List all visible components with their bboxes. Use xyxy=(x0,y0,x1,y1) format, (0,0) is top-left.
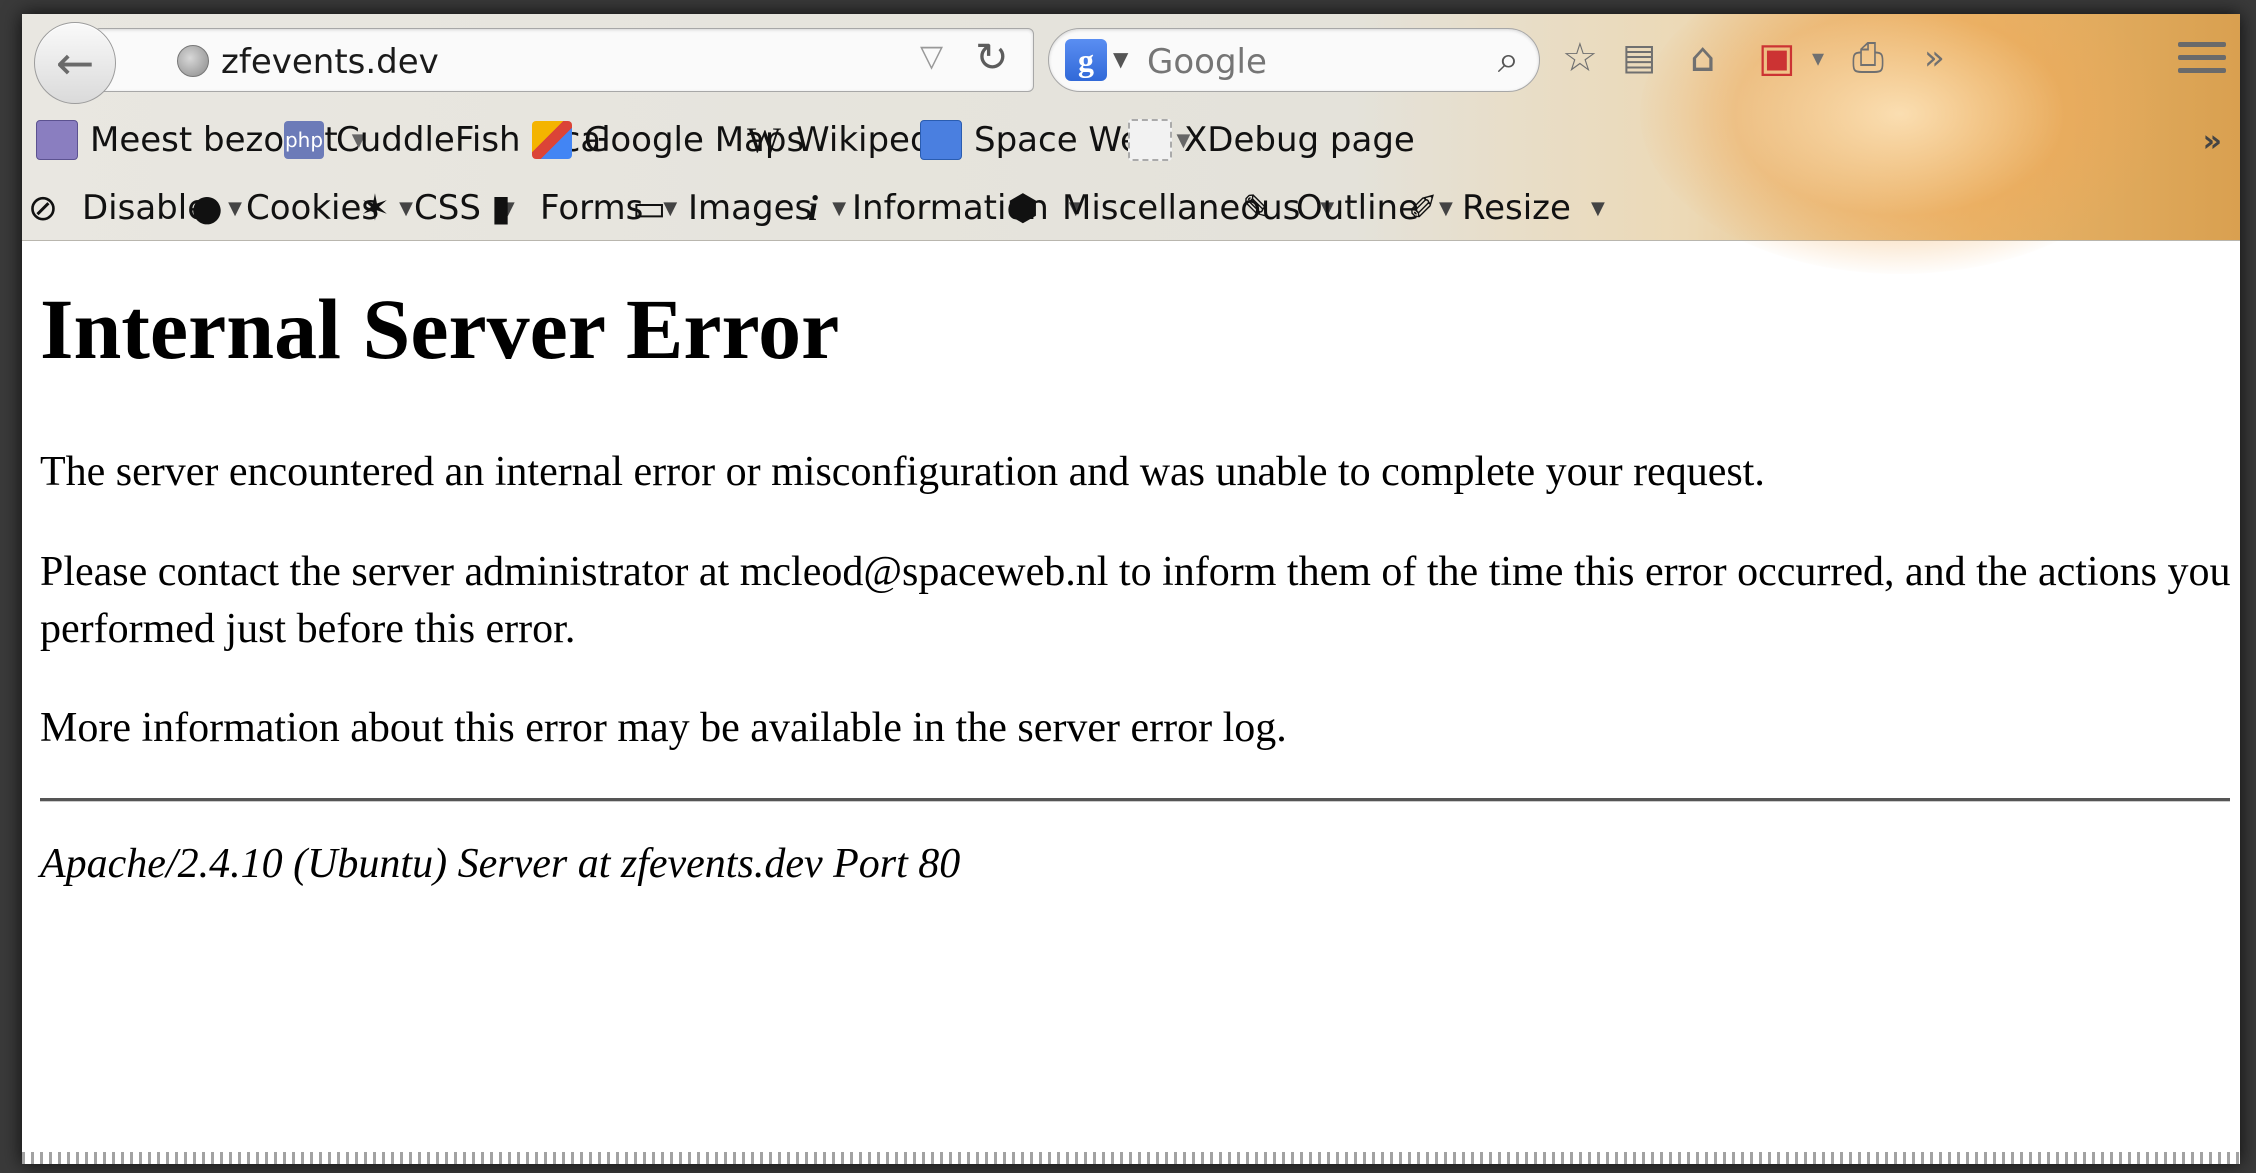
pencil-icon: ✎ xyxy=(1241,187,1273,229)
reading-list-icon[interactable]: ▤ xyxy=(1622,28,1656,88)
pdf-dropdown-icon[interactable]: ▾ xyxy=(1812,28,1824,88)
google-engine-icon[interactable]: g xyxy=(1065,39,1107,81)
clipboard-icon: ▮ xyxy=(491,187,511,229)
engine-dropdown-icon[interactable]: ▼ xyxy=(1113,47,1128,71)
webdev-label: Images xyxy=(688,188,813,228)
bookmark-xdebug-page[interactable]: XDebug page xyxy=(1128,114,1415,166)
blank-page-icon xyxy=(1128,119,1172,161)
info-icon: i xyxy=(807,188,818,228)
star-folder-icon xyxy=(36,120,78,160)
webdev-label: Outline xyxy=(1296,188,1420,228)
magic-wand-icon: ✶ xyxy=(359,187,391,229)
webdev-label: CSS xyxy=(414,188,481,228)
contact-admin-text: Please contact the server administrator … xyxy=(40,549,2231,653)
address-bar[interactable]: ▽ ↻ xyxy=(94,28,1034,92)
search-icon[interactable]: ⌕ xyxy=(1498,37,1519,82)
webdev-resize-menu[interactable]: ✐ Resize ▼ xyxy=(1406,182,1605,234)
webdev-label: Forms xyxy=(540,188,644,228)
menu-button[interactable] xyxy=(2178,28,2226,86)
home-icon[interactable]: ⌂ xyxy=(1690,28,1715,88)
error-log-text: More information about this error may be… xyxy=(40,705,1287,751)
back-arrow-icon: ← xyxy=(55,36,95,90)
browser-toolbar: ▽ ↻ ← g ▼ ⌕ ☆ ▤ ⌂ ▣ ▾ ⎙ » Meest bezocht … xyxy=(22,14,2240,274)
reload-icon[interactable]: ↻ xyxy=(975,35,1009,81)
page-content: Internal Server Error The server encount… xyxy=(40,244,2230,887)
search-bar[interactable]: g ▼ ⌕ xyxy=(1048,28,1540,92)
php-icon: php xyxy=(284,121,324,159)
cube-icon: ⬢ xyxy=(1007,187,1039,229)
print-icon[interactable]: ⎙ xyxy=(1852,28,1884,88)
ruler-icon: ✐ xyxy=(1407,187,1439,229)
disable-icon: ⊘ xyxy=(27,187,59,229)
webdev-label: Resize xyxy=(1462,188,1571,228)
bookmark-label: XDebug page xyxy=(1184,120,1415,160)
search-input[interactable] xyxy=(1147,42,1447,82)
url-input[interactable] xyxy=(221,42,701,82)
horizontal-rule xyxy=(40,798,2230,802)
firefox-theme-glow xyxy=(1640,14,2160,274)
overflow-chevron-icon[interactable]: » xyxy=(1924,28,1945,88)
dropdown-caret-icon: ▼ xyxy=(1590,197,1605,219)
wikipedia-icon: W xyxy=(747,120,781,160)
error-description: The server encountered an internal error… xyxy=(40,449,1765,495)
url-history-dropdown-icon[interactable]: ▽ xyxy=(920,39,943,74)
back-button[interactable]: ← xyxy=(34,22,116,104)
user-icon: ● xyxy=(191,187,223,229)
image-icon: ▭ xyxy=(632,187,667,229)
bookmarks-overflow-icon[interactable]: » xyxy=(2203,124,2222,159)
rss-folder-icon xyxy=(920,120,962,160)
pdf-icon[interactable]: ▣ xyxy=(1758,28,1796,88)
bookmark-star-icon[interactable]: ☆ xyxy=(1562,28,1598,88)
browser-window: ▽ ↻ ← g ▼ ⌕ ☆ ▤ ⌂ ▣ ▾ ⎙ » Meest bezocht … xyxy=(22,14,2240,1164)
page-title: Internal Server Error xyxy=(40,281,840,377)
torn-edge xyxy=(22,1152,2240,1164)
globe-icon xyxy=(177,45,209,77)
maps-pin-icon xyxy=(532,121,572,159)
server-signature: Apache/2.4.10 (Ubuntu) Server at zfevent… xyxy=(40,841,961,887)
